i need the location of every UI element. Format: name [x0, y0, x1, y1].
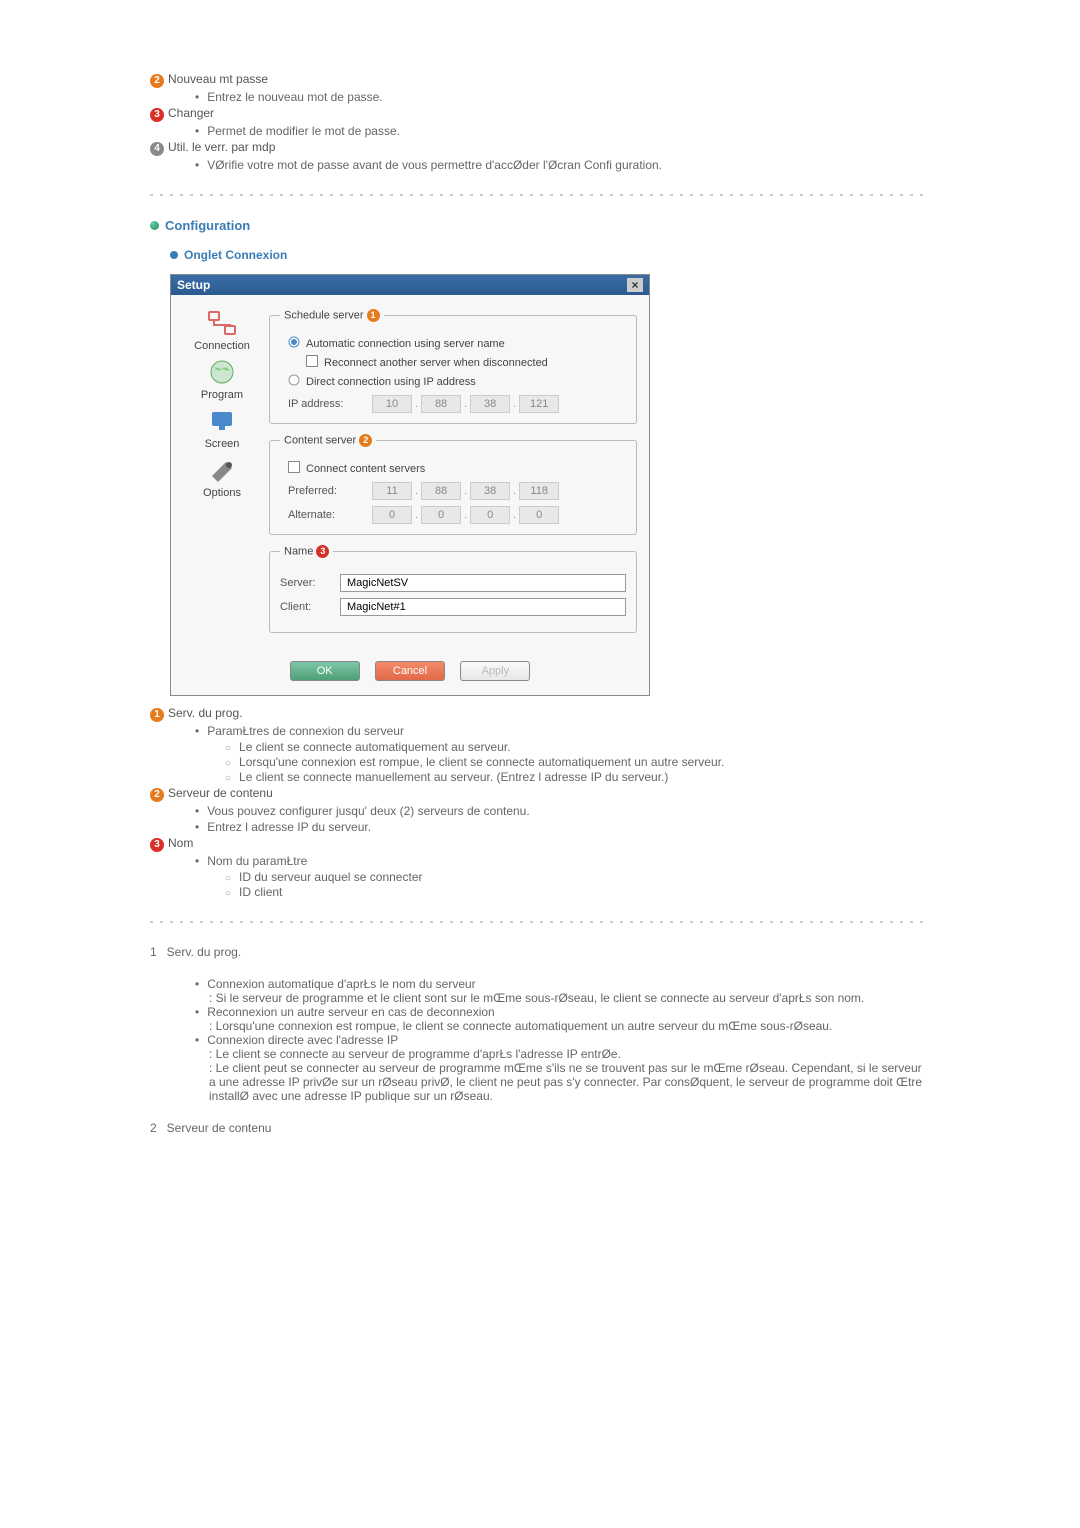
item-label: Util. le verr. par mdp — [168, 140, 275, 154]
alternate-ip-input[interactable]: 0. 0. 0. 0 — [372, 506, 559, 524]
setup-dialog: Setup × Connection Program Screen Option… — [170, 274, 650, 696]
schedule-legend: Schedule server 1 — [280, 309, 384, 322]
item-label: Changer — [168, 106, 214, 120]
content-server-group: Content server 2 Connect content servers… — [269, 434, 637, 535]
bullet-text: Entrez l adresse IP du serveur. — [195, 820, 930, 834]
program-icon — [206, 358, 238, 386]
name-group: Name 3 Server: Client: — [269, 545, 637, 633]
top-numbered-list: 2 Nouveau mt passe Entrez le nouveau mot d… — [150, 72, 930, 172]
sub-bullet-text: Lorsqu'une connexion est rompue, le clie… — [225, 755, 930, 769]
bullet-text: Connexion directe avec l'adresse IP — [195, 1033, 930, 1047]
sidebar-item-label: Screen — [205, 438, 240, 450]
number-badge: 3 — [150, 108, 164, 122]
sidebar-item-program[interactable]: Program — [201, 358, 243, 401]
bullet-text: Reconnexion un autre serveur en cas de d… — [195, 1005, 930, 1019]
bullet-text: VØrifie votre mot de passe avant de vous… — [195, 158, 930, 172]
checkbox-reconnect[interactable]: Reconnect another server when disconnect… — [306, 355, 626, 370]
checkbox-icon — [306, 355, 318, 370]
bullet-text: Nom du paramŁtre — [195, 854, 930, 868]
server-label: Server: — [280, 577, 330, 589]
item-label: Nom — [168, 836, 193, 850]
name-legend: Name 3 — [280, 545, 333, 558]
divider — [150, 921, 930, 923]
badge-3-icon: 3 — [316, 545, 329, 558]
schedule-server-group: Schedule server 1 Automatic connection u… — [269, 309, 637, 424]
apply-button[interactable]: Apply — [460, 661, 530, 681]
number-badge: 2 — [150, 74, 164, 88]
client-name-row: Client: — [280, 598, 626, 616]
list-item: 4 Util. le verr. par mdp — [150, 140, 930, 156]
ok-button[interactable]: OK — [290, 661, 360, 681]
list-item: 2 Nouveau mt passe — [150, 72, 930, 88]
radio-icon — [288, 374, 300, 389]
sub-bullet-text: ID client — [225, 885, 930, 899]
sub-bullet-text: Le client se connecte automatiquement au… — [225, 740, 930, 754]
below-numbered-list: 1 Serv. du prog. ParamŁtres de connexion d… — [150, 706, 930, 899]
subsection-title: Onglet Connexion — [170, 248, 930, 262]
sidebar-item-label: Options — [203, 487, 241, 499]
checkbox-icon — [288, 461, 300, 476]
dialog-buttons: OK Cancel Apply — [171, 655, 649, 695]
ip-address-row: IP address: 10. 88. 38. 121 — [288, 395, 626, 413]
numbered-section: 1 Serv. du prog. Connexion automatique d'… — [150, 945, 930, 1135]
number-badge: 1 — [150, 708, 164, 722]
sidebar-item-screen[interactable]: Screen — [205, 407, 240, 450]
number-badge: 2 — [150, 788, 164, 802]
cancel-button[interactable]: Cancel — [375, 661, 445, 681]
client-label: Client: — [280, 601, 330, 613]
list-item: 3 Changer — [150, 106, 930, 122]
server-name-input[interactable] — [340, 574, 626, 592]
preferred-label: Preferred: — [288, 485, 364, 497]
options-icon — [206, 456, 238, 484]
sidebar-item-label: Program — [201, 389, 243, 401]
sub-bullet-text: Le client se connecte manuellement au se… — [225, 770, 930, 784]
close-icon[interactable]: × — [627, 278, 643, 292]
content-legend: Content server 2 — [280, 434, 376, 447]
number-badge: 3 — [150, 838, 164, 852]
ip-address-input[interactable]: 10. 88. 38. 121 — [372, 395, 559, 413]
section-title: Configuration — [150, 218, 930, 233]
bullet-text: Connexion automatique d'aprŁs le nom du … — [195, 977, 930, 991]
dialog-sidebar: Connection Program Screen Options — [183, 309, 261, 643]
radio-auto-connection[interactable]: Automatic connection using server name — [288, 336, 626, 351]
numbered-heading: 2 Serveur de contenu — [150, 1121, 930, 1135]
sidebar-item-label: Connection — [194, 340, 250, 352]
bullet-text: Permet de modifier le mot de passe. — [195, 124, 930, 138]
bullet-text: Entrez le nouveau mot de passe. — [195, 90, 930, 104]
server-name-row: Server: — [280, 574, 626, 592]
preferred-row: Preferred: 11. 88. 38. 118 — [288, 482, 626, 500]
ip-label: IP address: — [288, 398, 364, 410]
preferred-ip-input[interactable]: 11. 88. 38. 118 — [372, 482, 559, 500]
client-name-input[interactable] — [340, 598, 626, 616]
item-label: Serveur de contenu — [168, 786, 273, 800]
continuation-text: : Le client se connecte au serveur de pr… — [209, 1047, 930, 1061]
list-item: 2 Serveur de contenu — [150, 786, 930, 802]
radio-direct-connection[interactable]: Direct connection using IP address — [288, 374, 626, 389]
continuation-text: : Le client peut se connecter au serveur… — [209, 1061, 930, 1103]
bullet-text: Vous pouvez configurer jusqu' deux (2) s… — [195, 804, 930, 818]
list-item: 1 Serv. du prog. — [150, 706, 930, 722]
alternate-row: Alternate: 0. 0. 0. 0 — [288, 506, 626, 524]
continuation-text: : Lorsqu'une connexion est rompue, le cl… — [209, 1019, 930, 1033]
radio-icon — [288, 336, 300, 351]
connection-icon — [206, 309, 238, 337]
continuation-text: : Si le serveur de programme et le clien… — [209, 991, 930, 1005]
divider — [150, 194, 930, 196]
screen-icon — [206, 407, 238, 435]
dialog-title: Setup — [177, 278, 210, 292]
checkbox-connect-content[interactable]: Connect content servers — [288, 461, 626, 476]
item-label: Nouveau mt passe — [168, 72, 268, 86]
sidebar-item-options[interactable]: Options — [203, 456, 241, 499]
number-badge: 4 — [150, 142, 164, 156]
item-label: Serv. du prog. — [168, 706, 242, 720]
bullet-text: ParamŁtres de connexion du serveur — [195, 724, 930, 738]
sub-bullet-text: ID du serveur auquel se connecter — [225, 870, 930, 884]
badge-1-icon: 1 — [367, 309, 380, 322]
badge-2-icon: 2 — [359, 434, 372, 447]
numbered-heading: 1 Serv. du prog. — [150, 945, 930, 959]
dialog-titlebar: Setup × — [171, 275, 649, 295]
sidebar-item-connection[interactable]: Connection — [194, 309, 250, 352]
alternate-label: Alternate: — [288, 509, 364, 521]
list-item: 3 Nom — [150, 836, 930, 852]
